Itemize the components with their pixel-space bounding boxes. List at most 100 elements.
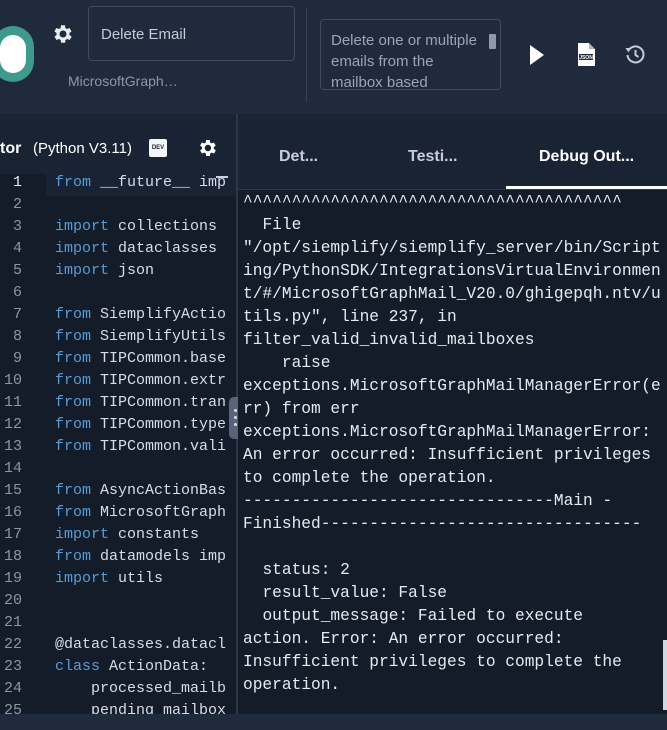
json-file-icon[interactable]: JSON xyxy=(576,43,596,67)
code-line: class ActionData: xyxy=(55,658,229,675)
line-number: 14 xyxy=(3,460,22,477)
code-text: datamodels imp xyxy=(91,548,227,565)
code-text: processed_mailb xyxy=(55,680,227,697)
code-text: collections xyxy=(109,218,218,235)
play-icon[interactable] xyxy=(528,44,546,66)
line-number: 21 xyxy=(3,614,22,631)
code-line: import dataclasses xyxy=(55,240,229,257)
output-tabs: Det... Testi... Debug Out... xyxy=(238,124,667,190)
code-line: from TIPCommon.tran xyxy=(55,394,229,411)
code-keyword: import xyxy=(55,570,110,587)
gear-icon[interactable] xyxy=(50,22,74,46)
code-keyword: from xyxy=(55,350,92,367)
line-number: 8 xyxy=(12,328,22,345)
dev-badge[interactable]: DEV xyxy=(149,139,167,157)
description-textarea[interactable]: Delete one or multiple emails from the m… xyxy=(320,19,501,90)
code-keyword: import xyxy=(55,240,110,257)
history-icon[interactable] xyxy=(624,43,646,65)
code-text: pending_mailbox xyxy=(55,702,227,714)
code-keyword: from xyxy=(55,438,92,455)
code-text: TIPCommon.extr xyxy=(91,372,227,389)
line-number: 9 xyxy=(12,350,22,367)
code-line: @dataclasses.datacl xyxy=(55,636,229,653)
tab-testing[interactable]: Testi... xyxy=(408,148,458,166)
line-number: 3 xyxy=(12,218,22,235)
action-name-input[interactable]: Delete Email xyxy=(88,6,295,61)
python-version-label: (Python V3.11) xyxy=(33,140,132,157)
code-text: @dataclasses.datacl xyxy=(55,636,227,653)
tab-details[interactable]: Det... xyxy=(279,148,318,166)
line-number: 25 xyxy=(3,702,22,714)
code-line: from SiemplifyActio xyxy=(55,306,229,323)
code-line: from TIPCommon.vali xyxy=(55,438,229,455)
code-editor[interactable]: from __future__ imp import collections imp… xyxy=(0,174,236,714)
editor-title: tor xyxy=(0,140,22,157)
code-text: constants xyxy=(109,526,200,543)
code-line: import constants xyxy=(55,526,229,543)
code-line: from SiemplifyUtils xyxy=(55,328,229,345)
code-keyword: from xyxy=(55,482,92,499)
code-keyword: from xyxy=(55,372,92,389)
code-line: from AsyncActionBas xyxy=(55,482,229,499)
code-text: utils xyxy=(109,570,164,587)
code-text: ActionData: xyxy=(100,658,209,675)
enable-toggle[interactable] xyxy=(0,26,34,82)
editor-settings-icon[interactable] xyxy=(196,137,218,159)
line-number: 23 xyxy=(3,658,22,675)
line-number: 10 xyxy=(3,372,22,389)
code-keyword: from xyxy=(55,416,92,433)
line-number: 24 xyxy=(3,680,22,697)
code-line: import utils xyxy=(55,570,229,587)
debug-output-text: ^^^^^^^^^^^^^^^^^^^^^^^^^^^^^^^^^^^^^^^ … xyxy=(243,193,661,694)
code-line: from MicrosoftGraph xyxy=(55,504,229,521)
bottom-strip xyxy=(0,714,667,730)
line-number: 17 xyxy=(3,526,22,543)
integration-select[interactable]: MicrosoftGraph… xyxy=(68,73,198,89)
code-line: from TIPCommon.extr xyxy=(55,372,229,389)
line-number: 13 xyxy=(3,438,22,455)
code-keyword: from xyxy=(55,174,92,191)
line-number: 1 xyxy=(12,174,22,191)
code-keyword: import xyxy=(55,218,110,235)
code-text: SiemplifyUtils xyxy=(91,328,227,345)
toggle-knob xyxy=(0,35,26,73)
line-number: 22 xyxy=(3,636,22,653)
line-number: 11 xyxy=(3,394,22,411)
code-text: TIPCommon.type xyxy=(91,416,227,433)
code-keyword: import xyxy=(55,526,110,543)
code-keyword: from xyxy=(55,394,92,411)
code-text: AsyncActionBas xyxy=(91,482,227,499)
console-scrollbar[interactable] xyxy=(663,640,667,710)
code-text: TIPCommon.base xyxy=(91,350,227,367)
code-line: import collections xyxy=(55,218,229,235)
editor-header: tor (Python V3.11) DEV xyxy=(0,124,236,174)
line-number: 2 xyxy=(12,196,22,213)
code-line: from TIPCommon.type xyxy=(55,416,229,433)
code-text: json xyxy=(109,262,155,279)
line-number: 19 xyxy=(3,570,22,587)
line-number: 18 xyxy=(3,548,22,565)
code-keyword: from xyxy=(55,328,92,345)
debug-output-console[interactable]: ^^^^^^^^^^^^^^^^^^^^^^^^^^^^^^^^^^^^^^^ … xyxy=(238,190,667,714)
line-number: 7 xyxy=(12,306,22,323)
toolbar-divider xyxy=(306,8,307,102)
code-keyword: from xyxy=(55,306,92,323)
code-line: processed_mailb xyxy=(55,680,229,697)
code-line: from __future__ imp xyxy=(55,174,229,191)
code-line: from datamodels imp xyxy=(55,548,229,565)
line-number: 12 xyxy=(3,416,22,433)
code-keyword: class xyxy=(55,658,101,675)
description-scrollbar[interactable] xyxy=(489,34,496,49)
line-number: 5 xyxy=(12,262,22,279)
svg-text:JSON: JSON xyxy=(579,55,593,61)
line-number: 20 xyxy=(3,592,22,609)
code-keyword: from xyxy=(55,548,92,565)
code-line: import json xyxy=(55,262,229,279)
code-line: from TIPCommon.base xyxy=(55,350,229,367)
code-keyword: import xyxy=(55,262,110,279)
code-text: TIPCommon.tran xyxy=(91,394,227,411)
tab-debug-output[interactable]: Debug Out... xyxy=(539,148,634,166)
action-toolbar: Delete Email MicrosoftGraph… Delete one … xyxy=(0,0,667,114)
line-number: 4 xyxy=(12,240,22,257)
line-number: 16 xyxy=(3,504,22,521)
